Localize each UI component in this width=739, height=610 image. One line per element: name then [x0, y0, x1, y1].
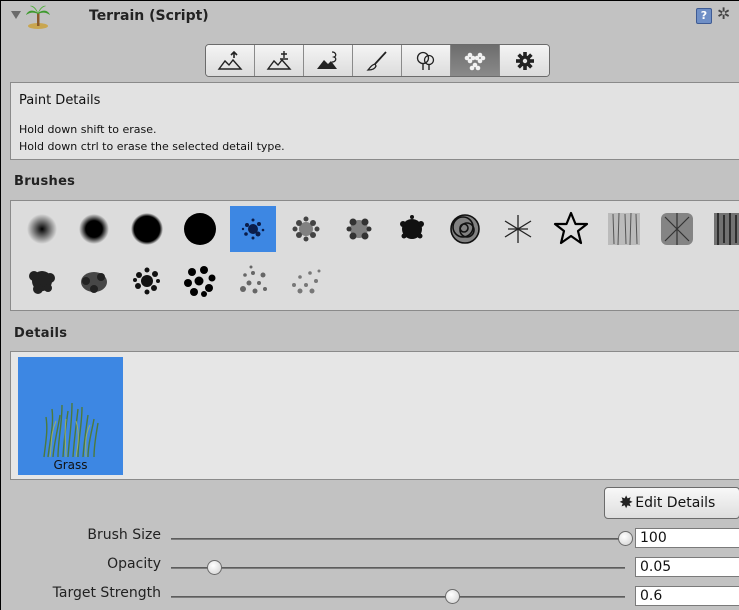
- paint-height-icon: [266, 50, 292, 70]
- brush-item[interactable]: [19, 206, 65, 252]
- opacity-track[interactable]: [171, 567, 625, 569]
- brush-item[interactable]: [495, 206, 541, 252]
- palm-tree-icon: [26, 5, 50, 29]
- brush-grid: [10, 200, 739, 311]
- detail-list: Grass: [10, 351, 739, 480]
- edit-details-button[interactable]: ✸ Edit Details: [604, 487, 739, 519]
- info-title: Paint Details: [19, 93, 101, 108]
- grass-thumbnail: [43, 402, 99, 458]
- brush-size-track[interactable]: [171, 538, 625, 540]
- paint-details-info: Paint Details Hold down shift to erase. …: [10, 82, 739, 160]
- foldout-arrow-icon[interactable]: [11, 11, 21, 19]
- terrain-tools-toolbar: [205, 44, 550, 77]
- brush-item[interactable]: [124, 258, 170, 304]
- opacity-thumb[interactable]: [206, 560, 222, 575]
- target-strength-track[interactable]: [171, 596, 625, 598]
- brush-item[interactable]: [548, 206, 594, 252]
- edit-details-label: Edit Details: [635, 495, 716, 511]
- brush-item[interactable]: [389, 206, 435, 252]
- gear-icon: [515, 51, 534, 70]
- target-strength-field[interactable]: 0.6: [635, 586, 739, 606]
- info-hint-shift: Hold down shift to erase.: [19, 123, 157, 136]
- brush-item-selected[interactable]: [230, 206, 276, 252]
- smooth-height-icon: [317, 50, 337, 69]
- gear-icon: ✸: [619, 493, 634, 513]
- detail-item-label: Grass: [53, 458, 88, 472]
- brush-item[interactable]: [177, 258, 223, 304]
- tool-smooth-height[interactable]: [304, 45, 353, 76]
- terrain-inspector: Terrain (Script) ? ✲ Paint Details Hold …: [1, 1, 739, 610]
- brush-item[interactable]: [654, 206, 700, 252]
- brush-item[interactable]: [124, 206, 170, 252]
- brush-size-field[interactable]: 100: [635, 528, 739, 548]
- brush-item[interactable]: [707, 206, 739, 252]
- brush-item[interactable]: [283, 206, 329, 252]
- tree-icon: [416, 51, 435, 70]
- details-label: Details: [14, 326, 68, 341]
- raise-terrain-icon: [217, 50, 243, 70]
- opacity-label: Opacity: [107, 556, 161, 572]
- brush-item[interactable]: [601, 206, 647, 252]
- tool-raise-lower-terrain[interactable]: [206, 45, 255, 76]
- brush-item[interactable]: [442, 206, 488, 252]
- help-book-icon[interactable]: ?: [696, 8, 712, 24]
- detail-item-grass[interactable]: Grass: [18, 357, 123, 475]
- tool-paint-texture[interactable]: [353, 45, 402, 76]
- brush-item[interactable]: [71, 206, 117, 252]
- info-hint-ctrl: Hold down ctrl to erase the selected det…: [19, 140, 285, 153]
- brush-item[interactable]: [283, 258, 329, 304]
- tool-paint-details[interactable]: [451, 45, 500, 76]
- opacity-field[interactable]: 0.05: [635, 557, 739, 577]
- target-strength-label: Target Strength: [52, 585, 161, 601]
- brush-item[interactable]: [336, 206, 382, 252]
- brush-size-thumb[interactable]: [618, 531, 633, 546]
- gear-icon[interactable]: ✲: [717, 4, 730, 23]
- tool-paint-height[interactable]: [255, 45, 304, 76]
- paint-brush-icon: [366, 50, 387, 71]
- target-strength-thumb[interactable]: [444, 589, 460, 604]
- component-title: Terrain (Script): [89, 8, 209, 24]
- brushes-label: Brushes: [14, 174, 76, 189]
- brush-size-label: Brush Size: [87, 527, 161, 543]
- tool-place-trees[interactable]: [402, 45, 451, 76]
- brush-item[interactable]: [177, 206, 223, 252]
- brush-item[interactable]: [230, 258, 276, 304]
- brush-item[interactable]: [19, 258, 65, 304]
- component-header: Terrain (Script) ? ✲: [1, 1, 739, 39]
- brush-item[interactable]: [71, 258, 117, 304]
- tool-terrain-settings[interactable]: [500, 45, 549, 76]
- flower-icon: [464, 52, 486, 70]
